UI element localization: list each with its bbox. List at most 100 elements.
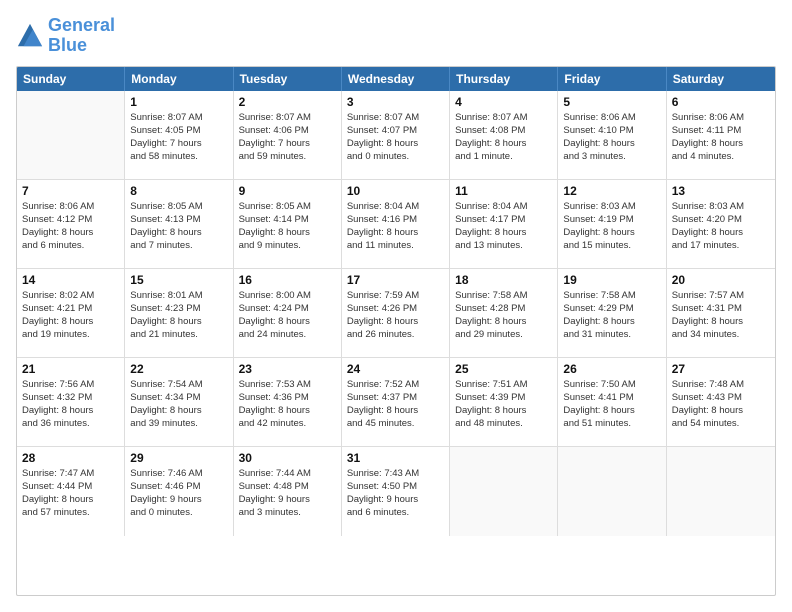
cell-day-number: 4 (455, 95, 552, 109)
cell-daylight-line2: and 36 minutes. (22, 417, 119, 430)
cell-sunrise: Sunrise: 7:51 AM (455, 378, 552, 391)
day-header-thursday: Thursday (450, 67, 558, 91)
cell-daylight-line2: and 6 minutes. (22, 239, 119, 252)
cell-sunrise: Sunrise: 7:56 AM (22, 378, 119, 391)
cell-sunrise: Sunrise: 7:47 AM (22, 467, 119, 480)
cell-sunrise: Sunrise: 8:01 AM (130, 289, 227, 302)
calendar-cell: 12 Sunrise: 8:03 AM Sunset: 4:19 PM Dayl… (558, 180, 666, 268)
cell-day-number: 18 (455, 273, 552, 287)
calendar-cell: 4 Sunrise: 8:07 AM Sunset: 4:08 PM Dayli… (450, 91, 558, 179)
cell-sunset: Sunset: 4:44 PM (22, 480, 119, 493)
cell-day-number: 28 (22, 451, 119, 465)
cell-daylight-line1: Daylight: 8 hours (563, 404, 660, 417)
cell-daylight-line1: Daylight: 8 hours (130, 226, 227, 239)
cell-day-number: 19 (563, 273, 660, 287)
cell-sunset: Sunset: 4:24 PM (239, 302, 336, 315)
cell-daylight-line2: and 29 minutes. (455, 328, 552, 341)
cell-daylight-line1: Daylight: 8 hours (672, 137, 770, 150)
cell-sunset: Sunset: 4:23 PM (130, 302, 227, 315)
cell-daylight-line2: and 42 minutes. (239, 417, 336, 430)
cell-sunset: Sunset: 4:43 PM (672, 391, 770, 404)
cell-sunset: Sunset: 4:06 PM (239, 124, 336, 137)
calendar-cell: 13 Sunrise: 8:03 AM Sunset: 4:20 PM Dayl… (667, 180, 775, 268)
cell-sunrise: Sunrise: 7:52 AM (347, 378, 444, 391)
cell-daylight-line2: and 9 minutes. (239, 239, 336, 252)
cell-day-number: 2 (239, 95, 336, 109)
cell-day-number: 27 (672, 362, 770, 376)
cell-sunrise: Sunrise: 8:05 AM (130, 200, 227, 213)
cell-sunrise: Sunrise: 8:06 AM (563, 111, 660, 124)
cell-daylight-line2: and 34 minutes. (672, 328, 770, 341)
cell-sunrise: Sunrise: 8:03 AM (672, 200, 770, 213)
calendar-cell: 26 Sunrise: 7:50 AM Sunset: 4:41 PM Dayl… (558, 358, 666, 446)
cell-sunset: Sunset: 4:21 PM (22, 302, 119, 315)
calendar-cell: 17 Sunrise: 7:59 AM Sunset: 4:26 PM Dayl… (342, 269, 450, 357)
cell-daylight-line2: and 11 minutes. (347, 239, 444, 252)
cell-sunset: Sunset: 4:39 PM (455, 391, 552, 404)
cell-day-number: 30 (239, 451, 336, 465)
cell-day-number: 7 (22, 184, 119, 198)
cell-day-number: 8 (130, 184, 227, 198)
calendar-week-row: 21 Sunrise: 7:56 AM Sunset: 4:32 PM Dayl… (17, 358, 775, 447)
calendar-cell: 14 Sunrise: 8:02 AM Sunset: 4:21 PM Dayl… (17, 269, 125, 357)
cell-daylight-line2: and 3 minutes. (563, 150, 660, 163)
calendar-cell: 9 Sunrise: 8:05 AM Sunset: 4:14 PM Dayli… (234, 180, 342, 268)
calendar-cell: 20 Sunrise: 7:57 AM Sunset: 4:31 PM Dayl… (667, 269, 775, 357)
cell-sunset: Sunset: 4:32 PM (22, 391, 119, 404)
cell-daylight-line1: Daylight: 9 hours (239, 493, 336, 506)
calendar-cell: 11 Sunrise: 8:04 AM Sunset: 4:17 PM Dayl… (450, 180, 558, 268)
cell-sunset: Sunset: 4:16 PM (347, 213, 444, 226)
cell-daylight-line2: and 13 minutes. (455, 239, 552, 252)
cell-daylight-line1: Daylight: 8 hours (455, 404, 552, 417)
cell-day-number: 6 (672, 95, 770, 109)
cell-day-number: 14 (22, 273, 119, 287)
cell-daylight-line2: and 57 minutes. (22, 506, 119, 519)
day-header-friday: Friday (558, 67, 666, 91)
cell-day-number: 17 (347, 273, 444, 287)
cell-daylight-line2: and 59 minutes. (239, 150, 336, 163)
day-header-saturday: Saturday (667, 67, 775, 91)
calendar-week-row: 28 Sunrise: 7:47 AM Sunset: 4:44 PM Dayl… (17, 447, 775, 536)
cell-day-number: 15 (130, 273, 227, 287)
cell-daylight-line1: Daylight: 8 hours (347, 226, 444, 239)
cell-daylight-line2: and 39 minutes. (130, 417, 227, 430)
cell-sunset: Sunset: 4:19 PM (563, 213, 660, 226)
cell-day-number: 1 (130, 95, 227, 109)
cell-sunrise: Sunrise: 8:06 AM (22, 200, 119, 213)
logo-text: General Blue (48, 16, 115, 56)
calendar-cell: 23 Sunrise: 7:53 AM Sunset: 4:36 PM Dayl… (234, 358, 342, 446)
cell-sunset: Sunset: 4:50 PM (347, 480, 444, 493)
cell-sunrise: Sunrise: 7:48 AM (672, 378, 770, 391)
calendar-cell: 27 Sunrise: 7:48 AM Sunset: 4:43 PM Dayl… (667, 358, 775, 446)
calendar-cell: 6 Sunrise: 8:06 AM Sunset: 4:11 PM Dayli… (667, 91, 775, 179)
cell-daylight-line1: Daylight: 8 hours (455, 137, 552, 150)
cell-daylight-line1: Daylight: 8 hours (130, 315, 227, 328)
cell-sunset: Sunset: 4:36 PM (239, 391, 336, 404)
cell-daylight-line2: and 45 minutes. (347, 417, 444, 430)
calendar-cell: 19 Sunrise: 7:58 AM Sunset: 4:29 PM Dayl… (558, 269, 666, 357)
cell-daylight-line1: Daylight: 8 hours (563, 315, 660, 328)
calendar-cell: 30 Sunrise: 7:44 AM Sunset: 4:48 PM Dayl… (234, 447, 342, 536)
cell-sunrise: Sunrise: 7:43 AM (347, 467, 444, 480)
cell-daylight-line2: and 4 minutes. (672, 150, 770, 163)
calendar-cell (17, 91, 125, 179)
cell-daylight-line1: Daylight: 8 hours (563, 137, 660, 150)
cell-sunrise: Sunrise: 8:07 AM (455, 111, 552, 124)
cell-sunrise: Sunrise: 7:50 AM (563, 378, 660, 391)
cell-day-number: 22 (130, 362, 227, 376)
cell-daylight-line2: and 58 minutes. (130, 150, 227, 163)
calendar-cell: 21 Sunrise: 7:56 AM Sunset: 4:32 PM Dayl… (17, 358, 125, 446)
cell-day-number: 21 (22, 362, 119, 376)
cell-sunrise: Sunrise: 7:59 AM (347, 289, 444, 302)
cell-sunset: Sunset: 4:37 PM (347, 391, 444, 404)
cell-daylight-line1: Daylight: 8 hours (239, 226, 336, 239)
cell-sunrise: Sunrise: 7:54 AM (130, 378, 227, 391)
cell-sunset: Sunset: 4:26 PM (347, 302, 444, 315)
cell-daylight-line1: Daylight: 8 hours (672, 226, 770, 239)
calendar: SundayMondayTuesdayWednesdayThursdayFrid… (16, 66, 776, 596)
cell-sunset: Sunset: 4:14 PM (239, 213, 336, 226)
cell-daylight-line1: Daylight: 8 hours (22, 404, 119, 417)
calendar-cell (558, 447, 666, 536)
cell-daylight-line1: Daylight: 8 hours (22, 315, 119, 328)
cell-daylight-line2: and 17 minutes. (672, 239, 770, 252)
